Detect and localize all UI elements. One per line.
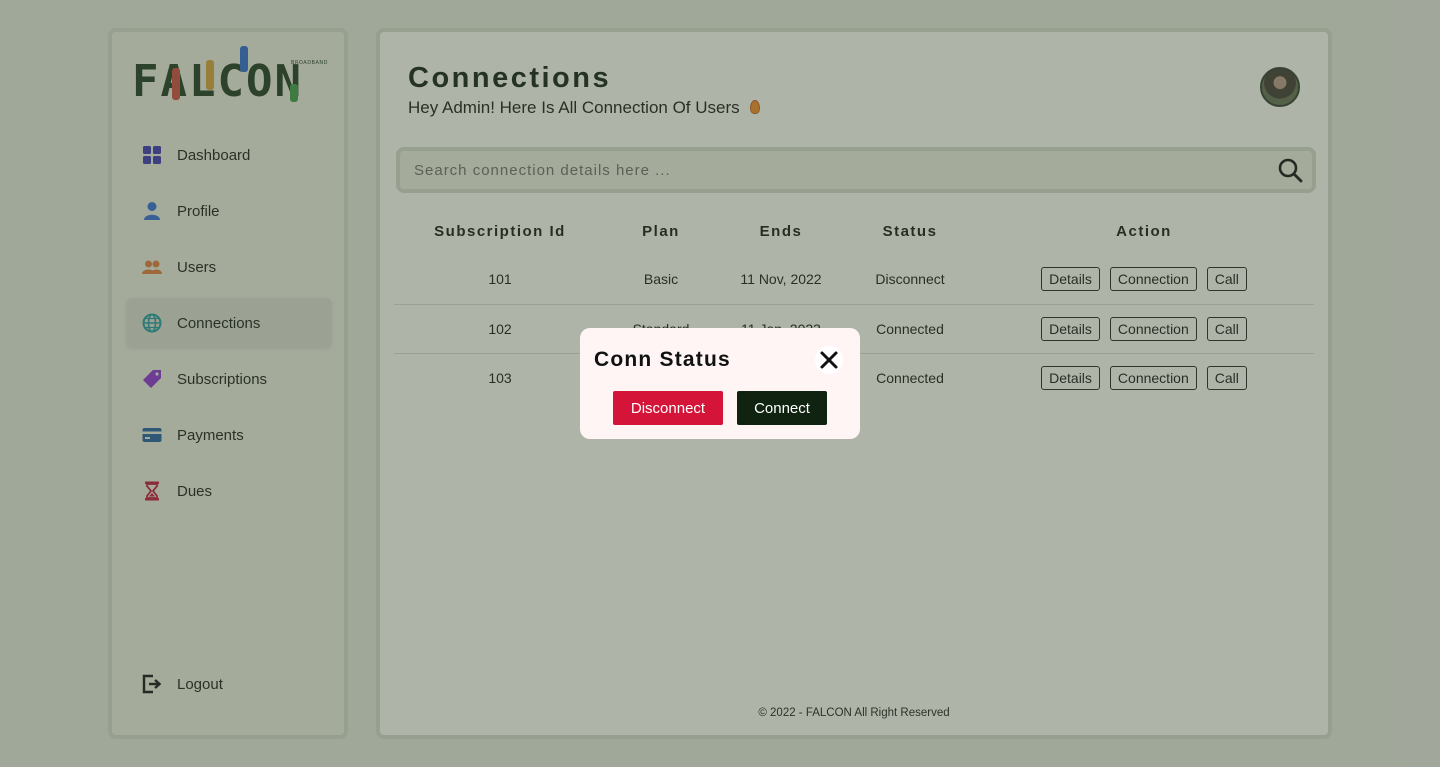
- disconnect-button[interactable]: Disconnect: [613, 391, 723, 425]
- close-button[interactable]: [815, 346, 843, 374]
- close-icon: [820, 351, 838, 369]
- connect-button[interactable]: Connect: [737, 391, 827, 425]
- modal-title: Conn Status: [594, 348, 731, 371]
- conn-status-modal: Conn Status Disconnect Connect: [580, 328, 860, 439]
